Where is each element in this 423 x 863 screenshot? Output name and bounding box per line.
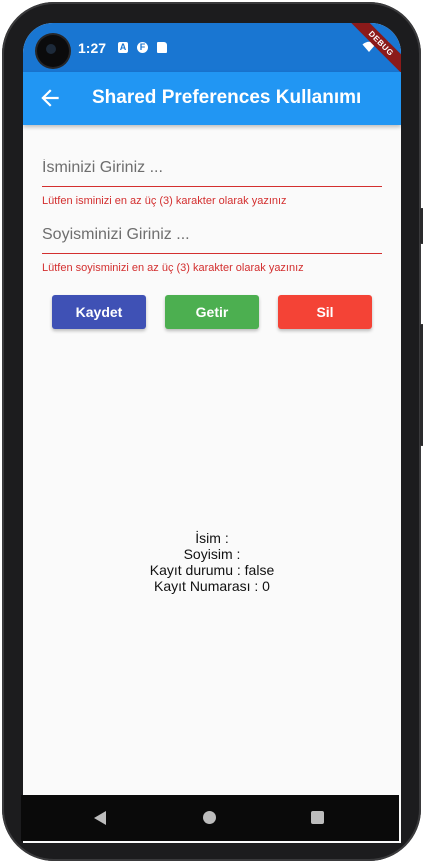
- camera-cutout-icon: [37, 35, 69, 67]
- save-button[interactable]: Kaydet: [52, 295, 146, 329]
- surname-field: Lütfen soyisminizi en az üç (3) karakter…: [42, 216, 382, 274]
- surname-error-text: Lütfen soyisminizi en az üç (3) karakter…: [42, 262, 304, 274]
- status-bar: 1:27 A F DEBUG: [23, 23, 401, 81]
- surname-input[interactable]: [42, 216, 382, 254]
- name-info: İsim :: [195, 530, 229, 546]
- name-input[interactable]: [42, 149, 382, 187]
- status-time: 1:27: [78, 40, 107, 56]
- app-bar: Shared Preferences Kullanımı: [23, 72, 401, 125]
- delete-button[interactable]: Sil: [278, 295, 372, 329]
- phone-frame: 1:27 A F DEBUG Shared Preferences Kullan…: [2, 2, 423, 861]
- arrow-left-icon[interactable]: [37, 85, 63, 111]
- nav-home-icon[interactable]: [203, 811, 216, 824]
- number-info: Kayıt Numarası : 0: [154, 578, 270, 594]
- name-error-text: Lütfen isminizi en az üç (3) karakter ol…: [42, 195, 287, 207]
- nav-back-icon[interactable]: [93, 810, 107, 826]
- system-nav-bar: [21, 795, 399, 841]
- surname-info: Soyisim :: [183, 546, 241, 562]
- screen: 1:27 A F DEBUG Shared Preferences Kullan…: [23, 23, 401, 843]
- sd-card-icon: [157, 42, 167, 53]
- a-notification-icon: A: [118, 42, 128, 53]
- status-info: Kayıt durumu : false: [149, 562, 275, 578]
- get-button[interactable]: Getir: [165, 295, 259, 329]
- page-title: Shared Preferences Kullanımı: [92, 87, 362, 108]
- nav-recents-icon[interactable]: [311, 811, 324, 824]
- name-field: Lütfen isminizi en az üç (3) karakter ol…: [42, 149, 382, 207]
- record-info: İsim : Soyisim : Kayıt durumu : false Ka…: [23, 530, 401, 594]
- f-notification-icon: F: [137, 42, 148, 53]
